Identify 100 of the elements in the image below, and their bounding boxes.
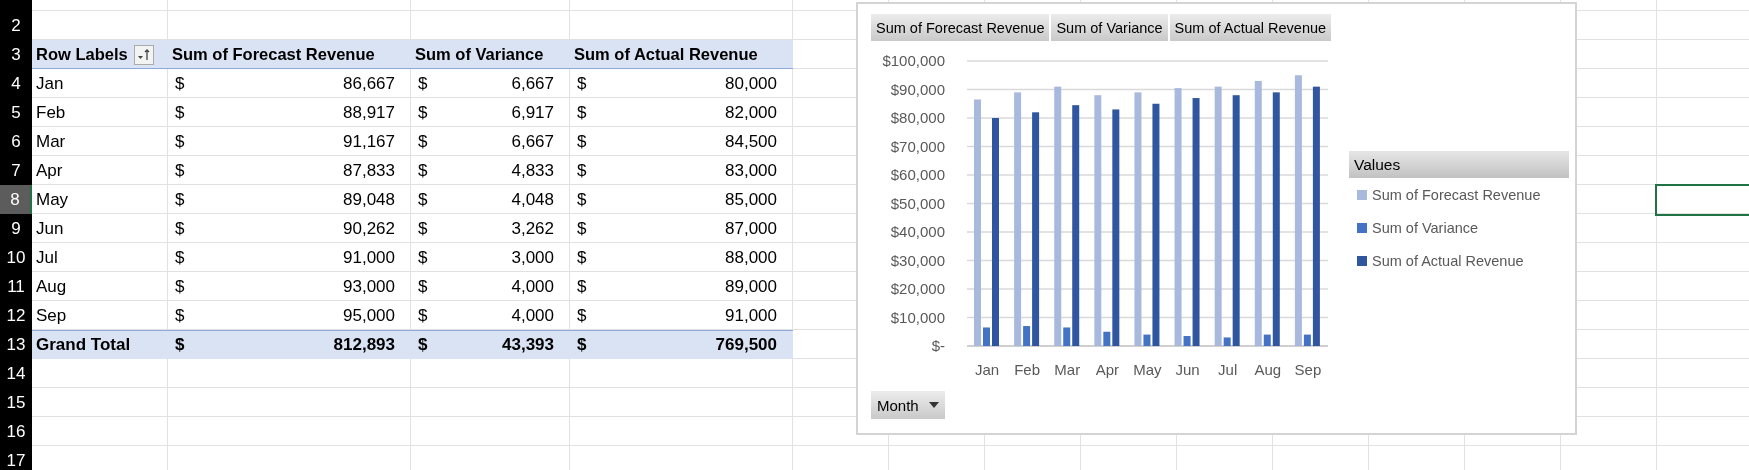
cell-value: 4,833 (511, 160, 554, 181)
cell-value: 4,000 (511, 276, 554, 297)
column-header: Row Labels (36, 45, 128, 64)
row-number[interactable]: 17 (0, 446, 32, 470)
axis-category-label: Mar (1054, 361, 1081, 378)
currency-sign: $ (175, 276, 185, 297)
legend-label: Sum of Variance (1372, 219, 1479, 236)
column-header: Sum of Actual Revenue (574, 45, 758, 64)
currency-sign: $ (418, 218, 428, 239)
field-button[interactable]: Sum of Forecast Revenue (871, 14, 1050, 41)
cell-value: 4,000 (511, 305, 554, 326)
axis-category-label: Jun (1175, 361, 1200, 378)
row-number[interactable]: 10 (0, 243, 32, 272)
row-label: Sep (36, 305, 67, 326)
cell-value: 86,667 (343, 73, 395, 94)
cell-value: 84,500 (725, 131, 777, 152)
axis-category-label: Sep (1294, 361, 1322, 378)
currency-sign: $ (175, 247, 185, 268)
row-label: Jul (36, 247, 58, 268)
currency-sign: $ (577, 305, 587, 326)
currency-sign: $ (577, 73, 587, 94)
legend-title[interactable]: Values (1349, 151, 1569, 178)
cell-value: 83,000 (725, 160, 777, 181)
currency-sign: $ (418, 160, 428, 181)
cell-value: 6,917 (511, 102, 554, 123)
cell-value: 87,000 (725, 218, 777, 239)
cell-value: 88,917 (343, 102, 395, 123)
row-number[interactable]: 8 (0, 185, 32, 214)
currency-sign: $ (175, 218, 185, 239)
row-number[interactable]: 14 (0, 359, 32, 388)
currency-sign: $ (577, 131, 587, 152)
cell-value: 4,048 (511, 189, 554, 210)
currency-sign: $ (418, 189, 428, 210)
row-number[interactable]: 6 (0, 127, 32, 156)
currency-sign: $ (175, 305, 185, 326)
row-number[interactable]: 13 (0, 330, 32, 359)
currency-sign: $ (418, 276, 428, 297)
field-button[interactable]: Sum of Actual Revenue (1169, 14, 1332, 41)
legend-label: Sum of Actual Revenue (1372, 252, 1524, 269)
row-label: Mar (36, 131, 66, 152)
row-number[interactable]: 3 (0, 40, 32, 69)
axis-category-label: May (1133, 361, 1162, 378)
row-label: Feb (36, 102, 66, 123)
row-number[interactable]: 5 (0, 98, 32, 127)
axis-tick-label: $70,000 (890, 137, 945, 155)
column-header: Sum of Forecast Revenue (172, 45, 375, 64)
field-button[interactable]: Sum of Variance (1051, 14, 1168, 41)
caret-icon (928, 402, 939, 408)
axis-tick-label: $90,000 (890, 80, 945, 98)
axis-tick-label: $60,000 (890, 166, 945, 183)
axis-tick-label: $30,000 (890, 251, 945, 269)
axis-category-label: Feb (1014, 361, 1041, 378)
cell-value: 82,000 (725, 102, 777, 123)
currency-sign: $ (175, 73, 185, 94)
row-label: Aug (36, 276, 67, 297)
sort-filter-icon (136, 47, 151, 62)
axis-tick-label: $- (931, 337, 945, 354)
axis-category-label: Aug (1254, 361, 1282, 378)
row-number[interactable]: 11 (0, 272, 32, 301)
currency-sign: $ (577, 334, 587, 355)
cell-value: 91,000 (343, 247, 395, 268)
axis-tick-label: $50,000 (890, 194, 945, 212)
row-header-strip (0, 0, 32, 11)
currency-sign: $ (418, 305, 428, 326)
currency-sign: $ (577, 102, 587, 123)
axis-tick-label: $100,000 (882, 52, 945, 69)
row-number[interactable]: 16 (0, 417, 32, 446)
currency-sign: $ (577, 218, 587, 239)
row-label: Jun (36, 218, 64, 239)
row-number[interactable]: 9 (0, 214, 32, 243)
chart-area[interactable] (856, 2, 1577, 435)
cell-value: 95,000 (343, 305, 395, 326)
row-number[interactable]: 2 (0, 11, 32, 40)
cell-value: 88,000 (725, 247, 777, 268)
row-number[interactable]: 7 (0, 156, 32, 185)
cell-value: 89,000 (725, 276, 777, 297)
currency-sign: $ (418, 247, 428, 268)
currency-sign: $ (175, 334, 185, 355)
currency-sign: $ (418, 334, 428, 355)
cell-value: 769,500 (715, 334, 777, 355)
cell-value: 3,262 (511, 218, 554, 239)
axis-category-label: Jan (974, 361, 1000, 378)
cell-value: 80,000 (725, 73, 777, 94)
cell-value: 812,893 (333, 334, 395, 355)
currency-sign: $ (175, 102, 185, 123)
axis-field-button[interactable]: Month (871, 391, 945, 419)
currency-sign: $ (175, 131, 185, 152)
axis-tick-label: $80,000 (890, 109, 945, 126)
axis-category-label: Apr (1095, 361, 1119, 378)
bar (983, 327, 990, 346)
row-number[interactable]: 4 (0, 69, 32, 98)
currency-sign: $ (418, 102, 428, 123)
currency-sign: $ (577, 247, 587, 268)
row-label: Apr (36, 160, 63, 181)
axis-tick-label: $40,000 (890, 223, 945, 240)
currency-sign: $ (577, 276, 587, 297)
cell-value: 91,000 (725, 305, 777, 326)
row-number[interactable]: 12 (0, 301, 32, 330)
row-number[interactable]: 15 (0, 388, 32, 417)
column-header: Sum of Variance (415, 45, 544, 64)
